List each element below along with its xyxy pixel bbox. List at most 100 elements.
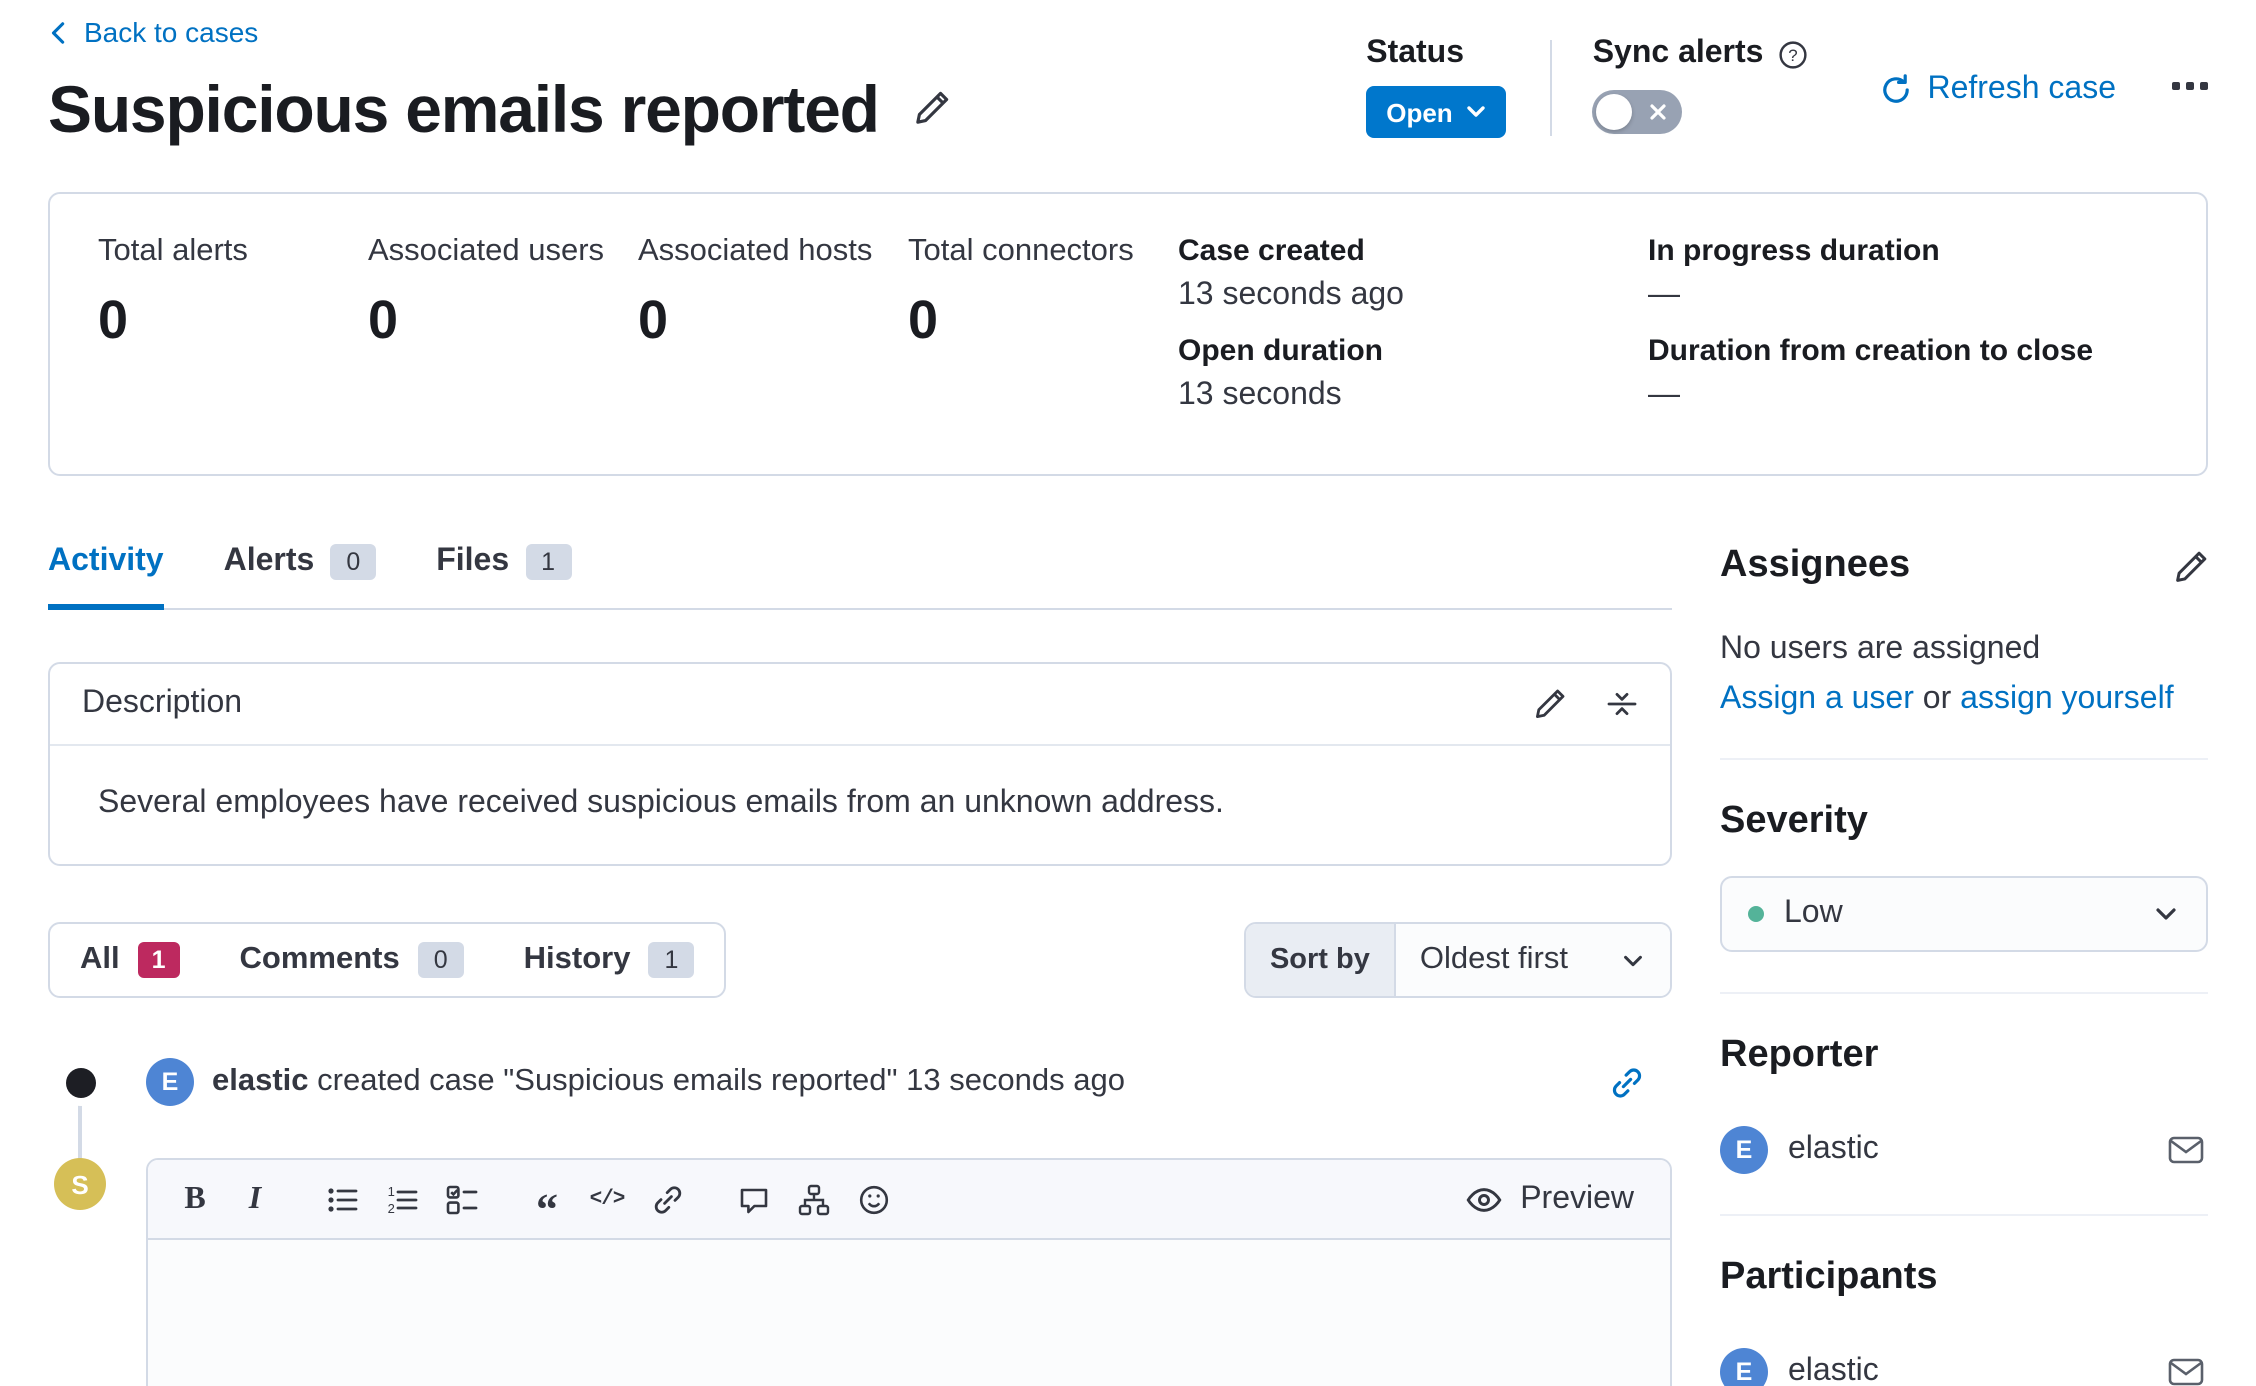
description-title: Description: [82, 686, 242, 722]
metric-value: 0: [98, 290, 368, 352]
metric-value: 0: [368, 290, 638, 352]
refresh-case-button[interactable]: Refresh case: [1879, 72, 2116, 108]
filter-comments-count-badge: 0: [418, 943, 464, 979]
tab-activity[interactable]: Activity: [48, 544, 164, 610]
bold-button[interactable]: B: [168, 1173, 222, 1227]
insert-hierarchy-button[interactable]: [786, 1173, 840, 1227]
edit-assignees-button[interactable]: [2174, 549, 2208, 583]
collapse-description-button[interactable]: [1606, 688, 1638, 720]
status-value: Open: [1386, 97, 1452, 127]
toggle-off-x-icon: [1651, 104, 1667, 120]
metric-value: 0: [908, 290, 1178, 352]
sync-alerts-toggle[interactable]: [1593, 90, 1683, 134]
refresh-icon: [1879, 74, 1911, 106]
metric-associated-users: Associated users 0: [368, 234, 638, 352]
markdown-editor-panel: B I 1: [146, 1159, 1672, 1386]
severity-select[interactable]: Low: [1720, 876, 2208, 952]
sort-order-value: Oldest first: [1420, 943, 1568, 979]
detail-column-right: In progress duration — Duration from cre…: [1648, 234, 2158, 434]
tab-label: Alerts: [224, 544, 315, 580]
toggle-thumb: [1597, 94, 1633, 130]
chevron-down-icon: [1620, 948, 1646, 974]
question-circle-icon[interactable]: ?: [1777, 39, 1807, 69]
detail-column-left: Case created 13 seconds ago Open duratio…: [1178, 234, 1568, 434]
timeline-dot-icon: [66, 1068, 96, 1098]
description-header: Description: [50, 664, 1670, 746]
quote-icon: “: [536, 1200, 558, 1220]
more-actions-button[interactable]: [2172, 80, 2208, 92]
svg-text:?: ?: [1788, 45, 1797, 64]
link-icon: [651, 1184, 683, 1216]
tab-alerts[interactable]: Alerts 0: [224, 544, 377, 610]
new-comment-row: S B I: [48, 1159, 1672, 1386]
participant-username: elastic: [1788, 1354, 1879, 1386]
filter-comments[interactable]: Comments 0: [210, 925, 494, 997]
reporter-row: E elastic: [1720, 1126, 2208, 1174]
pencil-icon: [2174, 549, 2208, 583]
markdown-editor-body: [148, 1241, 1670, 1386]
ordered-list-button[interactable]: 12: [374, 1173, 428, 1227]
tab-files[interactable]: Files 1: [436, 544, 571, 610]
avatar: E: [1720, 1126, 1768, 1174]
markdown-toolbar: B I 1: [148, 1161, 1670, 1241]
edit-description-button[interactable]: [1534, 688, 1566, 720]
sidebar-divider: [1720, 992, 2208, 994]
reporter-title: Reporter: [1720, 1034, 1878, 1078]
link-icon: [1610, 1066, 1644, 1100]
participant-row: E elastic: [1720, 1348, 2208, 1386]
back-to-cases-link[interactable]: Back to cases: [48, 16, 258, 48]
timeline-event-row: E elastic created case "Suspicious email…: [48, 1059, 1672, 1107]
insert-timeline-comment-button[interactable]: [726, 1173, 780, 1227]
sidebar-divider: [1720, 758, 2208, 760]
status-dropdown-button[interactable]: Open: [1366, 86, 1506, 138]
filter-history-count-badge: 1: [648, 943, 694, 979]
ordered-list-icon: 12: [385, 1184, 417, 1216]
back-to-cases-label: Back to cases: [84, 16, 258, 48]
severity-low-dot-icon: [1748, 906, 1764, 922]
code-button[interactable]: </>: [580, 1173, 634, 1227]
header-controls: Status Open Sync alerts ?: [1366, 36, 2208, 138]
tab-label: Files: [436, 544, 509, 580]
fold-vertical-icon: [1606, 688, 1638, 720]
metric-value: 0: [638, 290, 908, 352]
bullet-list-icon: [325, 1184, 357, 1216]
quote-button[interactable]: “: [520, 1173, 574, 1227]
bullet-list-button[interactable]: [314, 1173, 368, 1227]
detail-label: Duration from creation to close: [1648, 334, 2158, 368]
sort-control: Sort by Oldest first: [1244, 923, 1672, 999]
emoji-icon: [857, 1184, 889, 1216]
avatar: S: [54, 1159, 106, 1211]
detail-label: Case created: [1178, 234, 1568, 268]
status-label: Status: [1366, 36, 1506, 72]
insert-visualization-button[interactable]: [846, 1173, 900, 1227]
case-sidebar: Assignees No users are assigned Assign a…: [1720, 544, 2208, 1386]
metric-label: Associated users: [368, 234, 638, 270]
checklist-button[interactable]: [434, 1173, 488, 1227]
event-username: elastic: [212, 1065, 309, 1099]
italic-button[interactable]: I: [228, 1173, 282, 1227]
sort-order-select[interactable]: Oldest first: [1396, 925, 1670, 997]
activity-timeline: E elastic created case "Suspicious email…: [48, 1059, 1672, 1386]
assign-a-user-link[interactable]: Assign a user: [1720, 682, 1914, 716]
copy-event-link-button[interactable]: [1610, 1066, 1644, 1100]
assignees-title: Assignees: [1720, 544, 1910, 588]
assign-yourself-link[interactable]: assign yourself: [1960, 682, 2173, 716]
envelope-icon[interactable]: [2168, 1136, 2204, 1164]
metric-label: Total alerts: [98, 234, 368, 270]
filter-history[interactable]: History 1: [494, 925, 725, 997]
filter-all[interactable]: All 1: [50, 925, 210, 997]
comment-bubble-icon: [737, 1184, 769, 1216]
avatar: E: [1720, 1348, 1768, 1386]
assignees-empty-message: No users are assigned: [1720, 632, 2208, 668]
severity-value: Low: [1784, 896, 1843, 932]
preview-button[interactable]: Preview: [1466, 1182, 1650, 1218]
hierarchy-icon: [797, 1184, 829, 1216]
page-title: Suspicious emails reported: [48, 69, 879, 148]
tab-files-count-badge: 1: [525, 544, 571, 580]
insert-link-button[interactable]: [640, 1173, 694, 1227]
envelope-icon[interactable]: [2168, 1358, 2204, 1386]
edit-title-button[interactable]: [915, 91, 951, 127]
comment-input[interactable]: [148, 1241, 1670, 1386]
event-timestamp: 13 seconds ago: [906, 1065, 1125, 1099]
filter-label: Comments: [240, 943, 400, 979]
